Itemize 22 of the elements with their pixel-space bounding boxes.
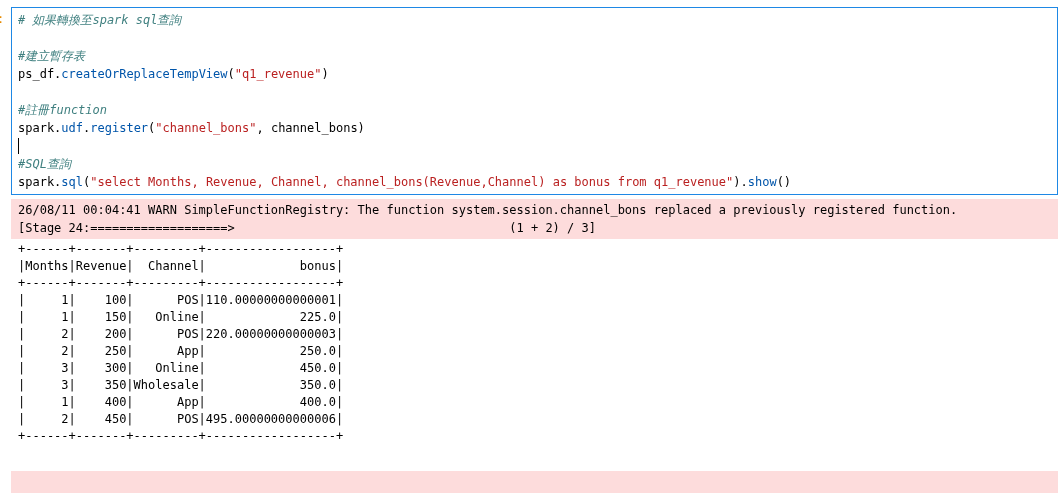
table-output-line: +------+-------+---------+------------------+	[18, 275, 344, 292]
table-output-line: | 2| 200| POS|220.00000000000003|	[18, 326, 344, 343]
code-comment: #建立暫存表	[18, 48, 86, 65]
code-comment: #SQL查詢	[18, 156, 71, 173]
code-comment: # 如果轉換至spark sql查詢	[18, 12, 182, 29]
table-output-line: |Months|Revenue| Channel| bonus|	[18, 258, 344, 275]
table-output-line: | 3| 350|Wholesale| 350.0|	[18, 377, 344, 394]
cell-prompt: :	[0, 11, 6, 28]
table-output-line: | 3| 300| Online| 450.0|	[18, 360, 344, 377]
code-comment: #註冊function	[18, 102, 108, 119]
code-cell-editor[interactable]	[11, 7, 1058, 195]
stderr-output: 26/08/11 00:04:41 WARN SimpleFunctionRegistry: The function system.session.channel_bons replaced a previously registered function. [Stage 24:===================> (1 + 2) / 3]	[11, 199, 1058, 239]
table-output-line: | 1| 150| Online| 225.0|	[18, 309, 344, 326]
code-line: ps_df.createOrReplaceTempView("q1_revenue")	[18, 66, 329, 83]
table-output-line: +------+-------+---------+------------------+	[18, 241, 344, 258]
table-output-line: | 2| 450| POS|495.00000000000006|	[18, 411, 344, 428]
table-output-line: +------+-------+---------+------------------+	[18, 428, 344, 445]
table-output-line: | 1| 400| App| 400.0|	[18, 394, 344, 411]
table-output-line: | 1| 100| POS|110.00000000000001|	[18, 292, 344, 309]
code-line: spark.udf.register("channel_bons", channel_bons)	[18, 120, 365, 137]
code-line: spark.sql("select Months, Revenue, Channel, channel_bons(Revenue,Channel) as bonus from q1_revenue").show()	[18, 174, 792, 191]
table-output-line: | 2| 250| App| 250.0|	[18, 343, 344, 360]
